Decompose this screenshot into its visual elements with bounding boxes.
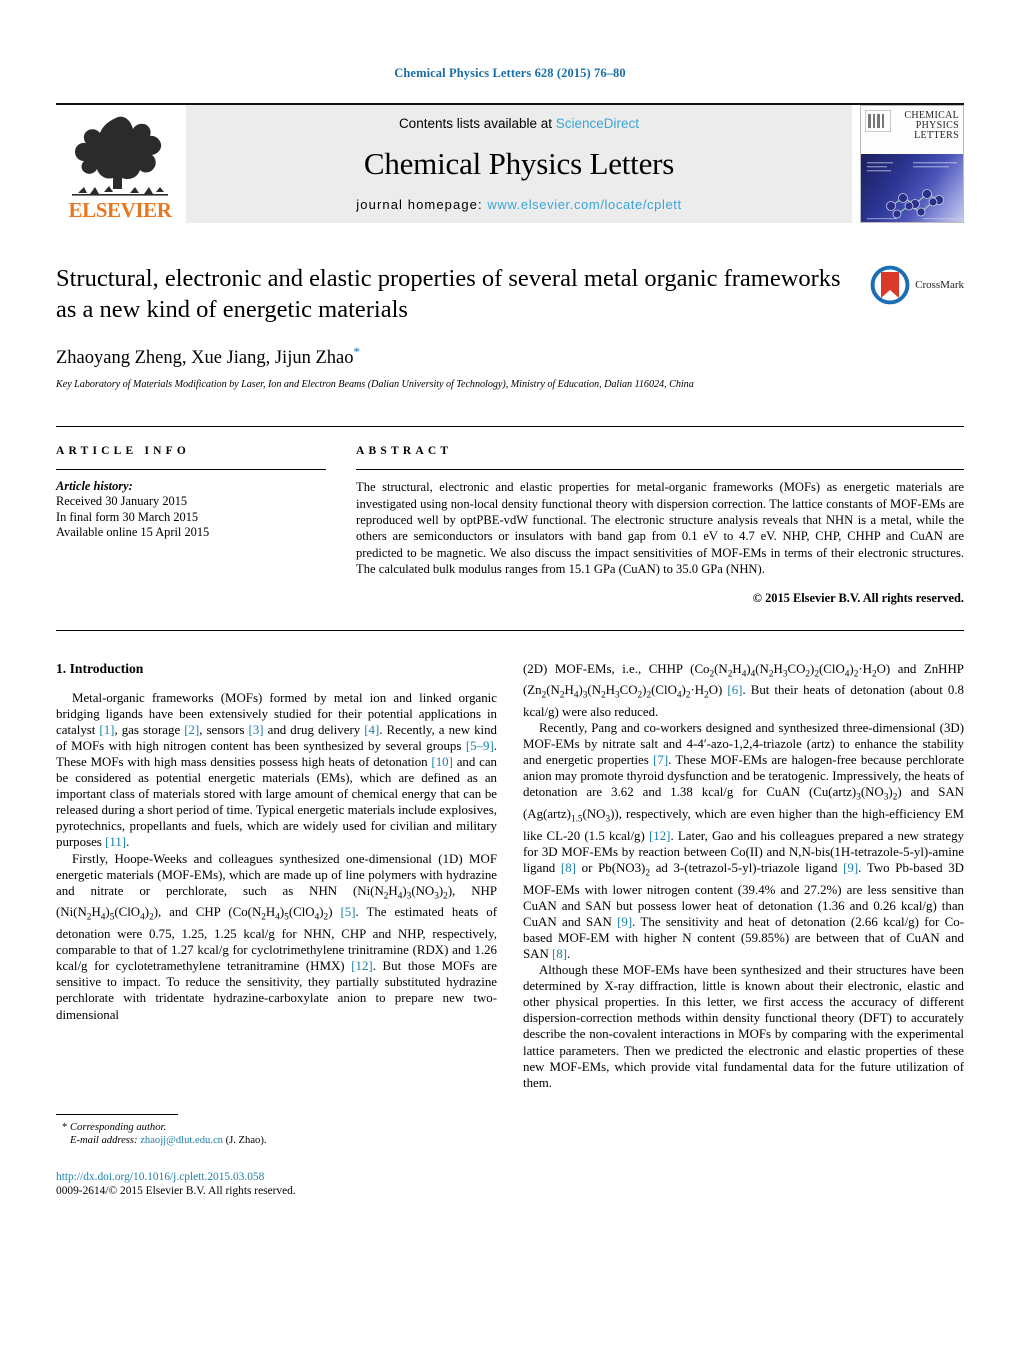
crossmark-logo-icon (869, 264, 911, 306)
cover-molecule-icon (867, 161, 957, 219)
cover-journal-title: CHEMICAL PHYSICS LETTERS (904, 111, 959, 141)
email-note: E-mail address: zhaojj@dlut.edu.cn (J. Z… (56, 1134, 497, 1148)
corresponding-author-label: Corresponding author. (69, 1121, 167, 1133)
homepage-label: journal homepage: (356, 197, 483, 212)
elsevier-logo: ELSEVIER (56, 105, 184, 223)
article-info-rule (56, 469, 326, 471)
abstract-text: The structural, electronic and elastic p… (356, 480, 964, 577)
article-info-column: ARTICLE INFO Article history: Received 3… (56, 445, 326, 605)
affiliation: Key Laboratory of Materials Modification… (56, 379, 694, 391)
citation-ref[interactable]: [1] (99, 723, 114, 737)
author-list: Zhaoyang Zheng, Xue Jiang, Jijun Zhao* (56, 344, 854, 369)
corresponding-marker: * (62, 1121, 68, 1133)
email-suffix: (J. Zhao). (225, 1135, 267, 1147)
email-label: E-mail address: (70, 1135, 138, 1147)
cover-artwork (861, 153, 963, 222)
page-title: Structural, electronic and elastic prope… (56, 265, 841, 323)
citation-ref[interactable]: [7] (653, 753, 668, 767)
corresponding-author-marker: * (353, 344, 360, 359)
email-link[interactable]: zhaojj@dlut.edu.cn (140, 1135, 223, 1146)
journal-cover-thumbnail: CHEMICAL PHYSICS LETTERS (860, 105, 964, 223)
citation-ref[interactable]: [4] (364, 723, 379, 737)
article-history-label: Article history: (56, 479, 133, 494)
crossmark-label: CrossMark (915, 279, 964, 291)
left-column: 1. Introduction Metal-organic frameworks… (56, 661, 497, 1198)
body-columns: 1. Introduction Metal-organic frameworks… (56, 661, 964, 1198)
article-page: Chemical Physics Letters 628 (2015) 76–8… (0, 0, 1020, 1351)
citation-ref[interactable]: [8] (552, 947, 567, 961)
issn-copyright-line: 0009-2614/© 2015 Elsevier B.V. All right… (56, 1184, 296, 1197)
abstract-heading: ABSTRACT (356, 445, 453, 458)
sciencedirect-link[interactable]: ScienceDirect (556, 116, 639, 131)
citation-ref[interactable]: [12] (649, 829, 670, 843)
article-info-heading: ARTICLE INFO (56, 445, 191, 458)
citation-ref[interactable]: [11] (105, 835, 126, 849)
article-history-final-form: In final form 30 March 2015 (56, 509, 199, 524)
crossmark-badge[interactable]: CrossMark (868, 263, 964, 307)
citation-ref[interactable]: [5–9] (466, 739, 494, 753)
citation-ref[interactable]: [10] (431, 755, 452, 769)
author-names: Zhaoyang Zheng, Xue Jiang, Jijun Zhao (56, 348, 354, 369)
paragraph: Firstly, Hoope-Weeks and colleagues synt… (56, 851, 498, 1022)
paragraph: Recently, Pang and co-workers designed a… (523, 721, 965, 961)
paragraph: (2D) MOF-EMs, i.e., CHHP (Co2(N2H4)4(N2H… (523, 661, 965, 719)
contents-available-line: Contents lists available at ScienceDirec… (399, 116, 639, 131)
paragraph: Metal-organic frameworks (MOFs) formed b… (56, 690, 498, 850)
title-block: Structural, electronic and elastic prope… (56, 263, 964, 390)
doi-block: http://dx.doi.org/10.1016/j.cplett.2015.… (56, 1170, 497, 1198)
citation-ref[interactable]: [2] (184, 723, 199, 737)
footnote-rule (56, 1113, 178, 1115)
citation-ref[interactable]: [9] (617, 915, 632, 929)
info-abstract-section: ARTICLE INFO Article history: Received 3… (56, 426, 964, 605)
citation-ref[interactable]: [6] (727, 683, 742, 697)
contents-prefix: Contents lists available at (398, 116, 556, 131)
masthead-center: Contents lists available at ScienceDirec… (186, 105, 852, 223)
journal-masthead: ELSEVIER Contents lists available at Sci… (56, 103, 964, 223)
footnote-block: * Corresponding author. E-mail address: … (56, 1113, 497, 1198)
doi-link[interactable]: http://dx.doi.org/10.1016/j.cplett.2015.… (56, 1170, 497, 1184)
running-head: Chemical Physics Letters 628 (2015) 76–8… (394, 66, 626, 80)
elsevier-wordmark: ELSEVIER (68, 198, 172, 222)
abstract-rule (356, 469, 964, 471)
journal-title: Chemical Physics Letters (363, 146, 675, 181)
homepage-url-link[interactable]: www.elsevier.com/locate/cplett (487, 197, 681, 212)
cover-top: CHEMICAL PHYSICS LETTERS (861, 106, 963, 154)
citation-ref[interactable]: [8] (561, 861, 576, 875)
article-history-online: Available online 15 April 2015 (56, 525, 210, 540)
cover-logo-icon (864, 109, 892, 133)
cover-title-line3: LETTERS (914, 130, 959, 141)
cover-barcode-marks (864, 109, 892, 137)
section-divider (56, 629, 964, 631)
citation-ref[interactable]: [3] (249, 723, 264, 737)
copyright-line: © 2015 Elsevier B.V. All rights reserved… (752, 590, 964, 605)
abstract-column: ABSTRACT The structural, electronic and … (356, 445, 964, 605)
section-heading-introduction: 1. Introduction (56, 660, 144, 676)
corresponding-author-note: * Corresponding author. (56, 1121, 497, 1135)
journal-homepage-line: journal homepage: www.elsevier.com/locat… (356, 197, 681, 212)
citation-ref[interactable]: [9] (843, 861, 858, 875)
right-column: (2D) MOF-EMs, i.e., CHHP (Co2(N2H4)4(N2H… (523, 661, 964, 1198)
article-history-received: Received 30 January 2015 (56, 494, 188, 509)
elsevier-tree-icon (72, 116, 168, 196)
citation-ref[interactable]: [5] (340, 905, 355, 919)
paragraph: Although these MOF-EMs have been synthes… (523, 963, 964, 1090)
citation-ref[interactable]: [12] (351, 959, 372, 973)
